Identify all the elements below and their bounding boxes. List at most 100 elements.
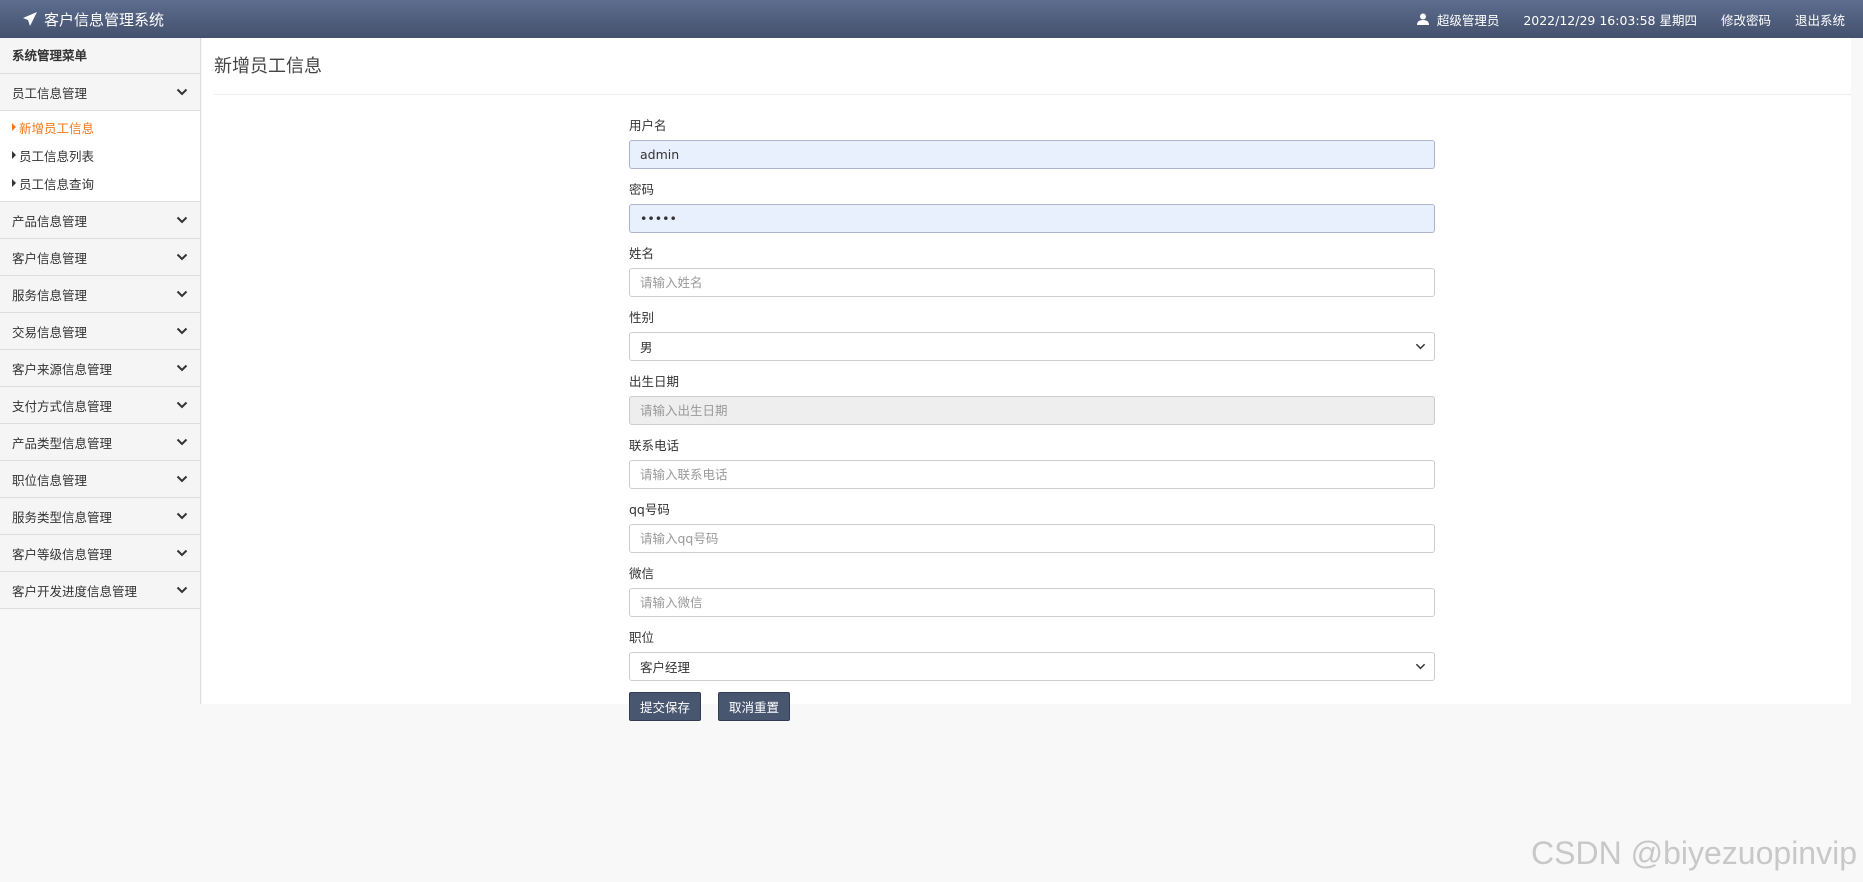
- caret-right-icon: [12, 179, 16, 187]
- field-phone: 联系电话: [629, 438, 1435, 500]
- field-wechat: 微信: [629, 566, 1435, 628]
- field-birthdate: 出生日期: [629, 374, 1435, 436]
- chevron-down-icon: [1415, 343, 1426, 350]
- submenu-employee: 新增员工信息 员工信息列表 员工信息查询: [0, 110, 200, 201]
- menu-head-employee[interactable]: 员工信息管理: [0, 74, 200, 110]
- app-title: 客户信息管理系统: [44, 10, 165, 29]
- menu-label: 职位信息管理: [12, 472, 88, 488]
- chevron-down-icon: [176, 327, 188, 335]
- chevron-down-icon: [176, 290, 188, 298]
- wechat-input[interactable]: [629, 588, 1435, 617]
- menu-head-payment[interactable]: 支付方式信息管理: [0, 387, 200, 423]
- menu-label: 客户开发进度信息管理: [12, 583, 138, 599]
- position-value: 客户经理: [640, 660, 691, 675]
- menu-group-payment: 支付方式信息管理: [0, 387, 200, 424]
- menu-label: 服务类型信息管理: [12, 509, 113, 525]
- submit-button[interactable]: 提交保存: [629, 692, 702, 721]
- menu-head-customer-source[interactable]: 客户来源信息管理: [0, 350, 200, 386]
- menu-head-transaction[interactable]: 交易信息管理: [0, 313, 200, 349]
- chevron-down-icon: [176, 475, 188, 483]
- qq-input[interactable]: [629, 524, 1435, 553]
- user-icon: [1416, 13, 1429, 25]
- chevron-down-icon: [176, 401, 188, 409]
- field-qq: qq号码: [629, 502, 1435, 564]
- gender-label: 性别: [629, 310, 655, 325]
- wechat-label: 微信: [629, 566, 655, 581]
- chevron-down-icon: [176, 438, 188, 446]
- page-title: 新增员工信息: [214, 56, 322, 77]
- menu-label: 支付方式信息管理: [12, 398, 113, 414]
- menu-label: 产品类型信息管理: [12, 435, 113, 451]
- birthdate-input[interactable]: [629, 396, 1435, 425]
- sidebar-item-label: 员工信息列表: [19, 148, 95, 164]
- menu-head-position[interactable]: 职位信息管理: [0, 461, 200, 497]
- menu-head-dev-progress[interactable]: 客户开发进度信息管理: [0, 572, 200, 608]
- top-bar: 客户信息管理系统 超级管理员 2022/12/29 16:03:58 星期四 修…: [0, 0, 1863, 38]
- sidebar-item-employee-list[interactable]: 员工信息列表: [0, 141, 200, 169]
- menu-group-customer-source: 客户来源信息管理: [0, 350, 200, 387]
- menu-head-product-type[interactable]: 产品类型信息管理: [0, 424, 200, 460]
- chevron-down-icon: [176, 586, 188, 594]
- menu-group-position: 职位信息管理: [0, 461, 200, 498]
- menu-label: 产品信息管理: [12, 213, 88, 229]
- caret-right-icon: [12, 123, 16, 131]
- datetime: 2022/12/29 16:03:58 星期四: [1523, 12, 1697, 28]
- chevron-down-icon: [176, 512, 188, 520]
- field-username: 用户名: [629, 118, 1435, 180]
- current-user: 超级管理员: [1416, 10, 1499, 29]
- divider: [214, 94, 1851, 95]
- field-name: 姓名: [629, 246, 1435, 308]
- chevron-down-icon: [176, 253, 188, 261]
- change-password-link[interactable]: 修改密码: [1721, 10, 1771, 29]
- reset-button[interactable]: 取消重置: [718, 692, 791, 721]
- chevron-down-icon: [176, 364, 188, 372]
- menu-label: 客户信息管理: [12, 250, 88, 266]
- menu-head-customer[interactable]: 客户信息管理: [0, 239, 200, 275]
- menu-group-employee: 员工信息管理 新增员工信息 员工信息列表 员工信息查询: [0, 74, 200, 202]
- menu-group-service: 服务信息管理: [0, 276, 200, 313]
- gender-select[interactable]: 男: [629, 332, 1435, 361]
- menu-group-dev-progress: 客户开发进度信息管理: [0, 572, 200, 609]
- menu-label: 员工信息管理: [12, 85, 88, 101]
- menu-group-product-type: 产品类型信息管理: [0, 424, 200, 461]
- password-label: 密码: [629, 182, 655, 197]
- password-input[interactable]: [629, 204, 1435, 233]
- phone-label: 联系电话: [629, 438, 680, 453]
- menu-group-transaction: 交易信息管理: [0, 313, 200, 350]
- gender-value: 男: [640, 340, 653, 355]
- logout-link[interactable]: 退出系统: [1795, 10, 1845, 29]
- username-input[interactable]: [629, 140, 1435, 169]
- watermark: CSDN @biyezuopinvip: [1531, 835, 1857, 871]
- menu-group-customer-level: 客户等级信息管理: [0, 535, 200, 572]
- chevron-down-icon: [176, 549, 188, 557]
- caret-right-icon: [12, 151, 16, 159]
- position-select[interactable]: 客户经理: [629, 652, 1435, 681]
- menu-label: 交易信息管理: [12, 324, 88, 340]
- menu-head-service-type[interactable]: 服务类型信息管理: [0, 498, 200, 534]
- employee-form: 用户名 密码 姓名 性别 男 出生日期 联系电话 qq号码: [629, 116, 1435, 721]
- main-content: 新增员工信息 用户名 密码 姓名 性别 男 出生日期 联系电话: [202, 38, 1851, 721]
- position-label: 职位: [629, 630, 655, 645]
- field-gender: 性别 男: [629, 310, 1435, 372]
- chevron-down-icon: [176, 88, 188, 96]
- field-password: 密码: [629, 182, 1435, 244]
- menu-group-product: 产品信息管理: [0, 202, 200, 239]
- menu-head-product[interactable]: 产品信息管理: [0, 202, 200, 238]
- field-position: 职位 客户经理: [629, 630, 1435, 692]
- menu-head-service[interactable]: 服务信息管理: [0, 276, 200, 312]
- menu-label: 服务信息管理: [12, 287, 88, 303]
- name-input[interactable]: [629, 268, 1435, 297]
- username-label: 用户名: [629, 118, 667, 133]
- sidebar-title: 系统管理菜单: [0, 38, 200, 74]
- phone-input[interactable]: [629, 460, 1435, 489]
- menu-head-customer-level[interactable]: 客户等级信息管理: [0, 535, 200, 571]
- name-label: 姓名: [629, 246, 655, 261]
- chevron-down-icon: [176, 216, 188, 224]
- paper-plane-icon: [23, 12, 37, 26]
- app-brand[interactable]: 客户信息管理系统: [22, 0, 164, 38]
- menu-group-service-type: 服务类型信息管理: [0, 498, 200, 535]
- sidebar-item-add-employee[interactable]: 新增员工信息: [0, 113, 200, 141]
- sidebar-item-employee-search[interactable]: 员工信息查询: [0, 169, 200, 197]
- sidebar-item-label: 新增员工信息: [19, 120, 95, 136]
- top-nav: 超级管理员 2022/12/29 16:03:58 星期四 修改密码 退出系统: [1393, 0, 1845, 38]
